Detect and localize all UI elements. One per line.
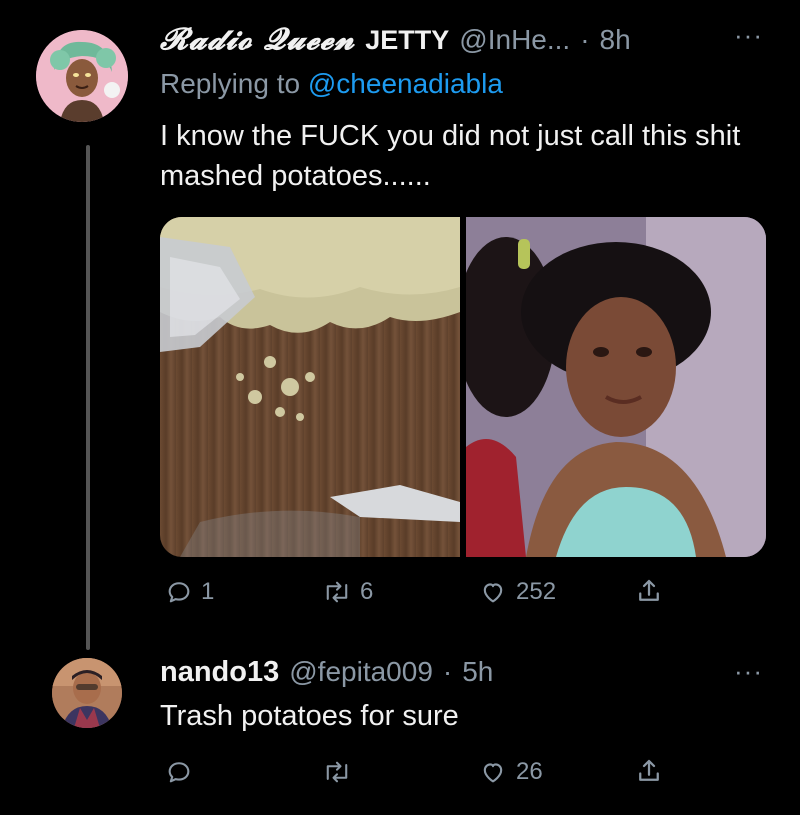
reply-user-handle[interactable]: @fepita009 <box>289 656 433 688</box>
reply-count: 1 <box>201 578 215 605</box>
reply-like-button[interactable]: 26 <box>478 758 543 786</box>
tweet-time[interactable]: 8h <box>600 24 631 56</box>
replying-to-line: Replying to @cheenadiabla <box>160 68 503 100</box>
replying-to-label: Replying to <box>160 68 301 99</box>
avatar-nando13[interactable] <box>52 658 122 728</box>
avatar-radio-queen[interactable] <box>36 30 128 122</box>
tweet-media[interactable] <box>160 217 766 557</box>
media-image-reaction[interactable] <box>466 217 766 557</box>
share-icon <box>639 759 659 781</box>
retweet-icon <box>326 581 348 603</box>
reply-reply-button[interactable] <box>165 758 193 786</box>
share-button[interactable] <box>634 576 664 606</box>
retweet-button[interactable]: 6 <box>322 578 373 606</box>
reply-time[interactable]: 5h <box>462 656 493 688</box>
tweet-text: I know the FUCK you did not just call th… <box>160 120 741 192</box>
replying-to-mention[interactable]: @cheenadiabla <box>308 68 503 99</box>
reply-header-separator: · <box>442 656 453 687</box>
thread-connector-line <box>86 145 90 650</box>
reply-like-count: 26 <box>516 758 543 785</box>
reply-share-button[interactable] <box>634 756 664 786</box>
reply-text: Trash potatoes for sure <box>160 700 459 732</box>
display-name-suffix[interactable]: JETTY <box>365 25 449 56</box>
more-options-button[interactable]: ··· <box>734 20 763 51</box>
share-icon <box>639 579 659 601</box>
reply-more-options-button[interactable]: ··· <box>734 656 763 687</box>
retweet-icon <box>326 761 348 783</box>
display-name[interactable]: 𝓡𝓪𝓭𝓲𝓸 𝓠𝓾𝓮𝓮𝓷 <box>160 22 355 57</box>
reply-button[interactable]: 1 <box>165 578 214 606</box>
user-handle[interactable]: @InHe... <box>459 24 570 56</box>
reply-header: nando13 @fepita009 · 5h <box>160 656 493 689</box>
heart-icon <box>483 583 503 603</box>
header-separator: · <box>580 24 590 55</box>
reply-retweet-button[interactable] <box>322 758 352 786</box>
media-image-mashed-potatoes[interactable] <box>160 217 460 557</box>
reply-icon <box>168 762 190 783</box>
heart-icon <box>483 763 503 783</box>
reply-display-name[interactable]: nando13 <box>160 656 279 689</box>
tweet-header: 𝓡𝓪𝓭𝓲𝓸 𝓠𝓾𝓮𝓮𝓷 JETTY @InHe... · 8h <box>160 22 631 62</box>
reply-icon <box>168 582 190 603</box>
like-button[interactable]: 252 <box>478 578 556 606</box>
retweet-count: 6 <box>360 578 374 605</box>
like-count: 252 <box>516 578 557 605</box>
